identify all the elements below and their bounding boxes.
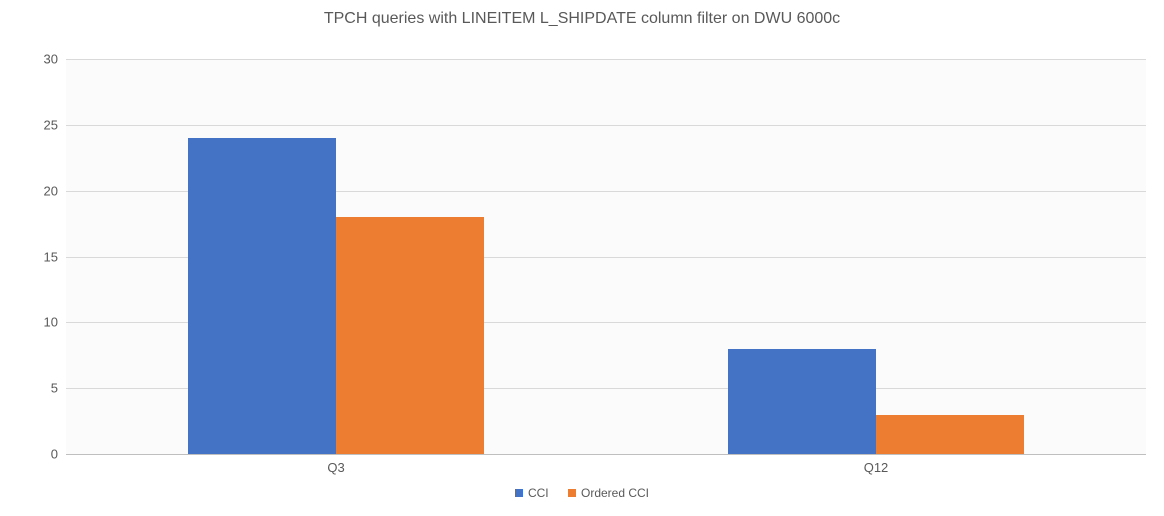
gridline — [66, 59, 1146, 60]
chart-title: TPCH queries with LINEITEM L_SHIPDATE co… — [0, 0, 1164, 28]
y-tick-label: 0 — [28, 447, 58, 462]
x-tick-label: Q3 — [286, 460, 386, 475]
legend-label: CCI — [528, 486, 549, 500]
y-tick-label: 25 — [28, 117, 58, 132]
bar-series1 — [188, 138, 336, 454]
plot-area — [66, 59, 1146, 454]
bar-series2 — [336, 217, 484, 454]
legend-swatch-icon — [568, 489, 576, 497]
legend: CCI Ordered CCI — [0, 486, 1164, 500]
y-tick-label: 5 — [28, 381, 58, 396]
legend-label: Ordered CCI — [581, 486, 649, 500]
bar-series1 — [728, 349, 876, 454]
y-tick-label: 15 — [28, 249, 58, 264]
x-tick-label: Q12 — [826, 460, 926, 475]
gridline — [66, 454, 1146, 455]
legend-item: Ordered CCI — [568, 486, 649, 500]
y-tick-label: 10 — [28, 315, 58, 330]
bar-series2 — [876, 415, 1024, 454]
gridline — [66, 125, 1146, 126]
legend-swatch-icon — [515, 489, 523, 497]
y-tick-label: 20 — [28, 183, 58, 198]
chart-container: TPCH queries with LINEITEM L_SHIPDATE co… — [0, 0, 1164, 516]
legend-item: CCI — [515, 486, 549, 500]
y-tick-label: 30 — [28, 52, 58, 67]
